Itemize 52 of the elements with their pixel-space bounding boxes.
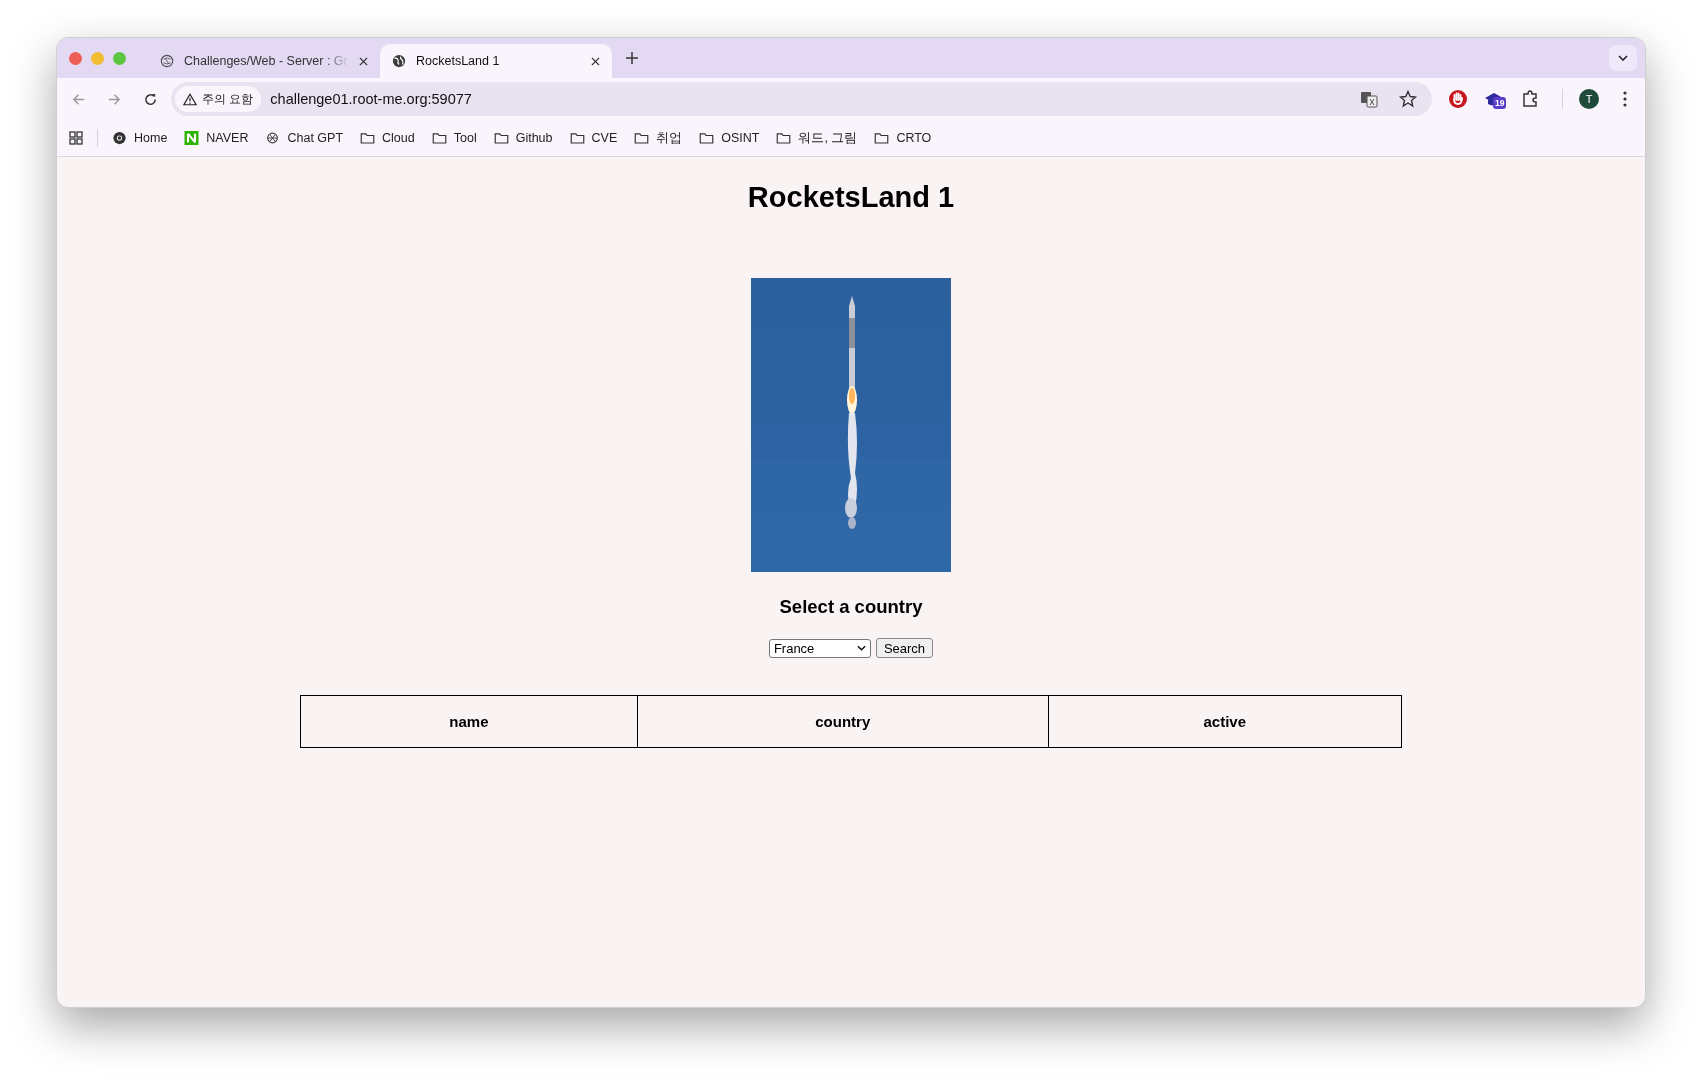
- chrome-icon: [112, 131, 127, 145]
- site-icon: [160, 54, 174, 68]
- hand-stop-icon[interactable]: [1448, 89, 1468, 109]
- url-text: challenge01.root-me.org:59077: [270, 91, 472, 107]
- bookmark[interactable]: CVE: [569, 131, 618, 145]
- folder-icon: [634, 131, 650, 145]
- folder-icon: [360, 131, 376, 145]
- country-dropdown[interactable]: France: [768, 638, 871, 658]
- chevron-down-icon: [856, 645, 866, 651]
- warning-icon: [183, 92, 197, 106]
- tab-search-button[interactable]: [1609, 45, 1637, 71]
- bookmark[interactable]: 취업: [634, 129, 683, 147]
- folder-icon: [776, 131, 792, 145]
- naver-icon: [184, 131, 200, 145]
- close-icon[interactable]: [359, 56, 368, 66]
- globe-icon: [392, 54, 406, 68]
- bookmark[interactable]: Github: [493, 131, 553, 145]
- address-bar[interactable]: 주의 요함 challenge01.root-me.org:59077: [171, 82, 1432, 116]
- star-icon[interactable]: [1399, 90, 1417, 108]
- bookmark[interactable]: Tool: [431, 131, 477, 145]
- bookmark[interactable]: CRTO: [874, 131, 932, 145]
- bookmark[interactable]: Chat GPT: [265, 131, 344, 145]
- bookmark[interactable]: Cloud: [360, 131, 415, 145]
- security-chip[interactable]: 주의 요함: [175, 86, 262, 112]
- bookmark[interactable]: 워드, 그림: [776, 129, 858, 147]
- puzzle-icon[interactable]: [1520, 89, 1540, 109]
- reload-icon[interactable]: [143, 91, 158, 107]
- section-heading: Select a country: [779, 596, 923, 618]
- security-label: 주의 요함: [202, 90, 254, 108]
- menu-icon[interactable]: [1623, 91, 1627, 107]
- bookmark[interactable]: Home: [112, 131, 168, 145]
- column-header: active: [1048, 695, 1402, 748]
- close-icon[interactable]: [591, 56, 600, 66]
- notification-badge: 19: [1493, 97, 1507, 109]
- browser-tab[interactable]: RocketsLand 1: [380, 44, 612, 78]
- profile-avatar[interactable]: T: [1579, 89, 1599, 109]
- folder-icon: [699, 131, 715, 145]
- apps-icon[interactable]: [69, 131, 83, 145]
- browser-tab[interactable]: Challenges/Web - Server : Gr: [148, 44, 380, 78]
- page-title: RocketsLand 1: [747, 180, 955, 215]
- chevron-down-icon: [1618, 55, 1628, 61]
- folder-icon: [874, 131, 890, 145]
- folder-icon: [431, 131, 447, 145]
- column-header: name: [300, 695, 638, 748]
- bookmark[interactable]: OSINT: [699, 131, 760, 145]
- folder-icon: [569, 131, 585, 145]
- translate-icon[interactable]: [1360, 90, 1378, 108]
- bookmark[interactable]: NAVER: [184, 131, 249, 145]
- folder-icon: [493, 131, 509, 145]
- new-tab-icon[interactable]: [626, 52, 638, 64]
- search-button[interactable]: Search: [875, 638, 934, 658]
- column-header: country: [637, 695, 1049, 748]
